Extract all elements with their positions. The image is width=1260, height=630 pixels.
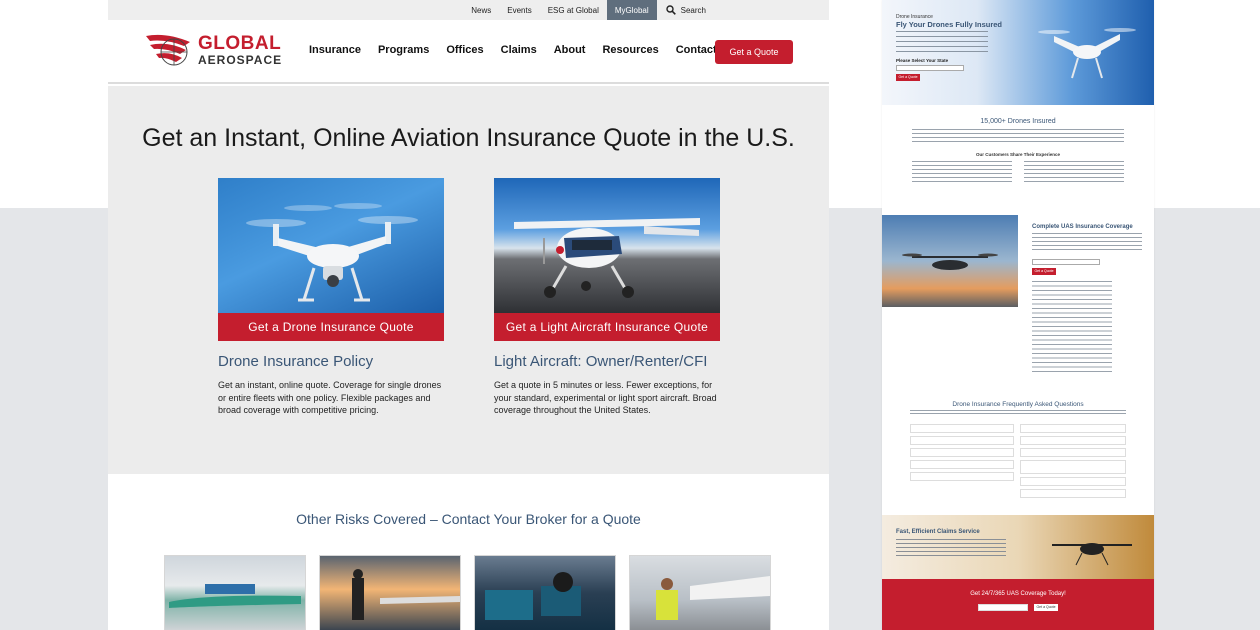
thumbnail-ground-crew[interactable] xyxy=(629,555,771,630)
preview-testimonials-title: Our Customers Share Their Experience xyxy=(975,152,1061,157)
faq-item[interactable] xyxy=(910,436,1014,445)
aircraft-illustration xyxy=(514,218,700,298)
preview-coverage-image xyxy=(882,215,1018,307)
logo-text-global: GLOBAL xyxy=(198,33,282,54)
website-frame: News Events ESG at Global MyGlobal Searc… xyxy=(108,0,829,630)
nav-insurance[interactable]: Insurance xyxy=(309,44,361,56)
preview-testimonial-right xyxy=(1024,161,1124,185)
other-risks-section: Other Risks Covered – Contact Your Broke… xyxy=(108,474,829,630)
nav-claims[interactable]: Claims xyxy=(501,44,537,56)
preview-hero-checklist xyxy=(896,31,988,55)
preview-faq-intro xyxy=(910,410,1126,416)
main-nav: Insurance Programs Offices Claims About … xyxy=(309,44,717,56)
preview-select-label: Please Select Your State xyxy=(896,58,949,63)
preview-testimonial-left xyxy=(912,161,1012,185)
faq-item[interactable] xyxy=(1020,489,1126,498)
site-header: GLOBAL AEROSPACE Insurance Programs Offi… xyxy=(108,20,829,84)
utility-link-events[interactable]: Events xyxy=(499,0,539,20)
preview-cta-title: Get 24/7/365 UAS Coverage Today! xyxy=(970,591,1066,597)
light-aircraft-card-heading[interactable]: Light Aircraft: Owner/Renter/CFI xyxy=(494,353,720,370)
preview-claims-title: Fast, Efficient Claims Service xyxy=(896,529,980,535)
preview-claims-drone xyxy=(1052,543,1132,566)
preview-stats-title: 15,000+ Drones Insured xyxy=(980,118,1056,125)
preview-quote-button[interactable]: Get a Quote xyxy=(896,74,920,81)
search-icon xyxy=(665,5,676,15)
drone-illustration xyxy=(246,203,418,302)
drone-quote-button[interactable]: Get a Drone Insurance Quote xyxy=(218,313,444,341)
thumbnail-aircraft-hangar[interactable] xyxy=(164,555,306,630)
preview-cta-band: Get 24/7/365 UAS Coverage Today! Get a Q… xyxy=(882,579,1154,630)
preview-coverage-select[interactable] xyxy=(1032,259,1100,265)
drone-card-body: Get an instant, online quote. Coverage f… xyxy=(218,380,442,415)
faq-item[interactable] xyxy=(910,472,1014,481)
other-risks-title: Other Risks Covered – Contact Your Broke… xyxy=(296,511,641,527)
nav-resources[interactable]: Resources xyxy=(602,44,658,56)
nav-programs[interactable]: Programs xyxy=(378,44,429,56)
light-aircraft-card-body: Get a quote in 5 minutes or less. Fewer … xyxy=(494,380,717,415)
preview-coverage: Complete UAS Insurance Coverage Get a Qu… xyxy=(882,205,1154,388)
logo-wing-icon xyxy=(146,34,190,66)
search-label: Search xyxy=(680,5,706,15)
preview-faq-title: Drone Insurance Frequently Asked Questio… xyxy=(952,401,1084,408)
preview-coverage-list xyxy=(1032,281,1112,373)
utility-bar: News Events ESG at Global MyGlobal Searc… xyxy=(108,0,829,20)
faq-item[interactable] xyxy=(910,460,1014,469)
preview-coverage-title: Complete UAS Insurance Coverage xyxy=(1032,224,1133,230)
light-aircraft-quote-button[interactable]: Get a Light Aircraft Insurance Quote xyxy=(494,313,720,341)
preview-claims: Fast, Efficient Claims Service xyxy=(882,515,1154,579)
get-a-quote-button[interactable]: Get a Quote xyxy=(715,40,793,64)
preview-hero-title: Fly Your Drones Fully Insured xyxy=(896,20,1002,29)
thumbnail-air-traffic-control[interactable] xyxy=(474,555,616,630)
faq-item[interactable] xyxy=(1020,460,1126,474)
preview-faq: Drone Insurance Frequently Asked Questio… xyxy=(882,388,1154,515)
drone-card-heading[interactable]: Drone Insurance Policy xyxy=(218,353,444,370)
global-aerospace-logo[interactable]: GLOBAL AEROSPACE xyxy=(144,30,282,70)
preview-cta-select[interactable] xyxy=(978,604,1028,611)
preview-stats: 15,000+ Drones Insured Our Customers Sha… xyxy=(882,105,1154,205)
faq-item[interactable] xyxy=(1020,448,1126,457)
utility-link-esg[interactable]: ESG at Global xyxy=(540,0,607,20)
preview-drone-illustration xyxy=(1038,28,1136,79)
faq-item[interactable] xyxy=(910,448,1014,457)
logo-text-aerospace: AEROSPACE xyxy=(198,53,283,67)
preview-state-select[interactable] xyxy=(896,65,964,71)
drone-card: Get a Drone Insurance Quote Drone Insura… xyxy=(218,178,444,417)
faq-item[interactable] xyxy=(1020,436,1126,445)
faq-item[interactable] xyxy=(1020,477,1126,486)
nav-contact[interactable]: Contact xyxy=(676,44,717,56)
light-aircraft-image xyxy=(494,178,720,313)
nav-about[interactable]: About xyxy=(554,44,586,56)
landing-page-preview: Drone Insurance Fly Your Drones Fully In… xyxy=(882,0,1154,630)
faq-item[interactable] xyxy=(910,424,1014,433)
preview-coverage-text xyxy=(1032,233,1142,253)
drone-image xyxy=(218,178,444,313)
preview-coverage-button[interactable]: Get a Quote xyxy=(1032,268,1056,275)
hero-section: Get an Instant, Online Aviation Insuranc… xyxy=(108,86,829,474)
faq-item[interactable] xyxy=(1020,424,1126,433)
light-aircraft-card: Get a Light Aircraft Insurance Quote Lig… xyxy=(494,178,720,417)
preview-claims-text xyxy=(896,539,1006,559)
utility-link-myglobal[interactable]: MyGlobal xyxy=(606,0,657,20)
thumbnail-airport-businessman[interactable] xyxy=(319,555,461,630)
nav-offices[interactable]: Offices xyxy=(446,44,483,56)
search-link[interactable]: Search xyxy=(657,0,706,20)
preview-cta-button[interactable]: Get a Quote xyxy=(1034,604,1058,611)
utility-link-news[interactable]: News xyxy=(463,0,499,20)
page-title: Get an Instant, Online Aviation Insuranc… xyxy=(142,124,795,152)
preview-hero: Drone Insurance Fly Your Drones Fully In… xyxy=(882,0,1154,105)
preview-stats-paragraph xyxy=(912,129,1124,145)
